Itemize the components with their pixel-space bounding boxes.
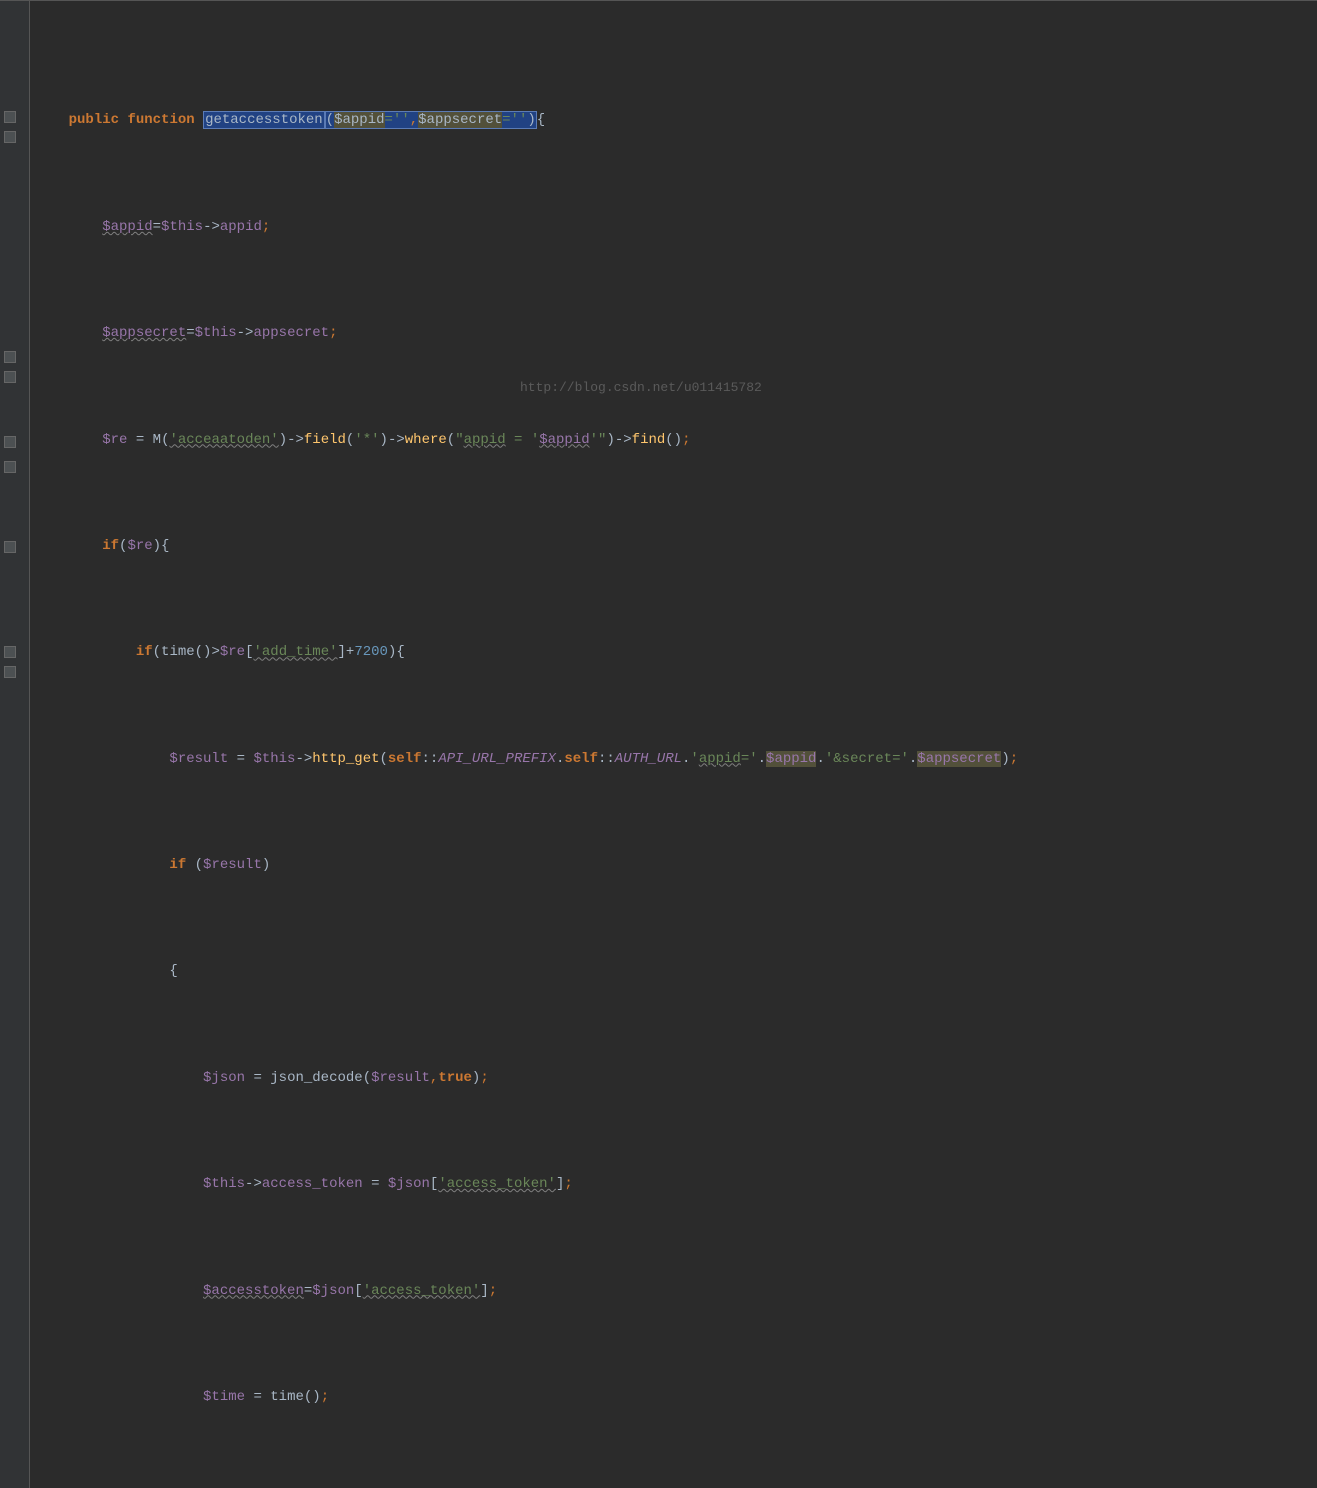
code-line: { <box>35 958 1312 985</box>
code-line: $re = M('acceaatoden')->field('*')->wher… <box>35 427 1312 454</box>
fold-icon[interactable] <box>4 436 16 448</box>
fold-icon[interactable] <box>4 351 16 363</box>
code-line: public function getaccesstoken($appid=''… <box>35 107 1312 134</box>
keyword-function: function <box>127 112 194 128</box>
code-line: if(time()>$re['add_time']+7200){ <box>35 639 1312 666</box>
code-area[interactable]: http://blog.csdn.net/u011415782 public f… <box>30 0 1317 1488</box>
function-name: getaccesstoken <box>203 111 325 129</box>
fold-icon[interactable] <box>4 666 16 678</box>
watermark: http://blog.csdn.net/u011415782 <box>520 376 762 401</box>
code-line: $time = time(); <box>35 1384 1312 1411</box>
code-line: if ($result) <box>35 852 1312 879</box>
fold-icon[interactable] <box>4 131 16 143</box>
fold-icon[interactable] <box>4 371 16 383</box>
fold-icon[interactable] <box>4 541 16 553</box>
fold-icon[interactable] <box>4 646 16 658</box>
gutter <box>0 0 30 1488</box>
code-line: $appid=$this->appid; <box>35 214 1312 241</box>
fold-icon[interactable] <box>4 111 16 123</box>
code-line: if($re){ <box>35 533 1312 560</box>
code-line: $result = $this->http_get(self::API_URL_… <box>35 746 1312 773</box>
code-line: $this->access_token = $json['access_toke… <box>35 1171 1312 1198</box>
code-line: $appsecret=$this->appsecret; <box>35 320 1312 347</box>
code-line: $accesstoken=$json['access_token']; <box>35 1278 1312 1305</box>
keyword-public: public <box>69 112 119 128</box>
editor-container: http://blog.csdn.net/u011415782 public f… <box>0 0 1317 1488</box>
code-line: $json = json_decode($result,true); <box>35 1065 1312 1092</box>
fold-icon[interactable] <box>4 461 16 473</box>
